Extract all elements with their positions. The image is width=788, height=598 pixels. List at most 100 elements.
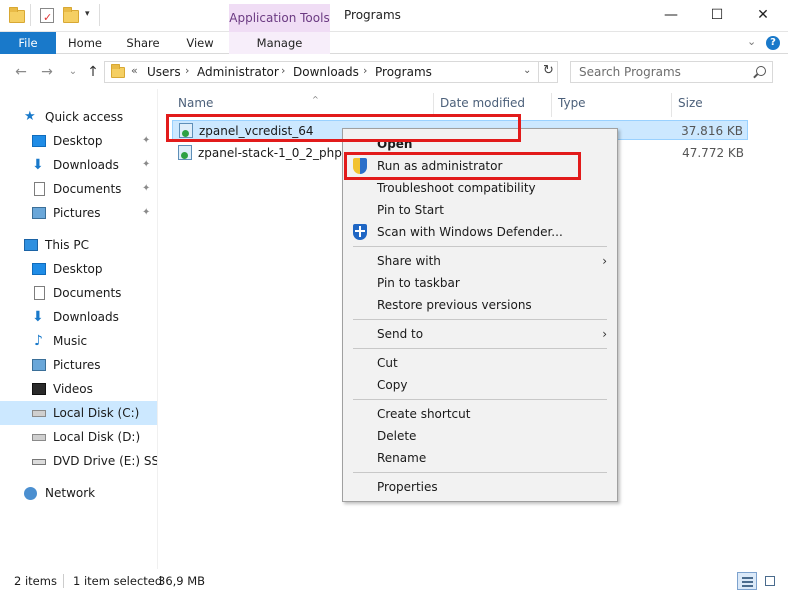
star-icon: ★ bbox=[24, 109, 36, 124]
status-divider bbox=[63, 574, 64, 588]
breadcrumb-separator[interactable]: › bbox=[185, 64, 189, 77]
menu-item-send-to[interactable]: Send to › bbox=[343, 323, 617, 345]
menu-item-pin-to-start[interactable]: Pin to Start bbox=[343, 199, 617, 221]
column-header-size[interactable]: Size bbox=[672, 93, 748, 117]
properties-check-icon[interactable]: ✓ bbox=[40, 6, 56, 24]
sidebar-item-documents[interactable]: Documents ✦ bbox=[0, 177, 157, 201]
sidebar-item-local-disk-c[interactable]: Local Disk (C:) bbox=[0, 401, 157, 425]
menu-item-open[interactable]: Open bbox=[343, 133, 617, 155]
music-note-icon: ♪ bbox=[34, 333, 43, 349]
pin-icon[interactable]: ✦ bbox=[142, 129, 150, 153]
tab-share[interactable]: Share bbox=[120, 32, 166, 54]
selection-size: 36,9 MB bbox=[158, 574, 206, 588]
refresh-icon[interactable]: ↻ bbox=[538, 61, 558, 83]
breadcrumb-downloads[interactable]: Downloads bbox=[293, 65, 359, 79]
selection-count: 1 item selected bbox=[73, 574, 163, 588]
folder-icon[interactable] bbox=[9, 6, 25, 24]
download-arrow-icon: ⬇ bbox=[32, 309, 44, 325]
toolbar-divider bbox=[30, 4, 31, 26]
sidebar-item-label: DVD Drive (E:) SSS_X bbox=[53, 454, 157, 468]
sidebar-item-videos[interactable]: Videos bbox=[0, 377, 157, 401]
breadcrumb-separator[interactable]: › bbox=[363, 64, 367, 77]
customize-quick-access-icon[interactable]: ▾ bbox=[85, 9, 90, 19]
sidebar-item-network[interactable]: Network bbox=[0, 481, 157, 505]
menu-item-run-as-administrator[interactable]: Run as administrator bbox=[343, 155, 617, 177]
sidebar-item-dvd-drive-e[interactable]: DVD Drive (E:) SSS_X bbox=[0, 449, 157, 473]
minimize-button[interactable]: — bbox=[648, 0, 694, 32]
search-icon[interactable] bbox=[756, 66, 766, 76]
search-box[interactable] bbox=[570, 61, 773, 83]
column-header-name[interactable]: Name ^ bbox=[172, 93, 434, 117]
close-button[interactable]: ✕ bbox=[740, 0, 786, 32]
menu-item-scan-with-windows-defender[interactable]: Scan with Windows Defender... bbox=[343, 221, 617, 243]
sidebar-item-desktop[interactable]: Desktop bbox=[0, 257, 157, 281]
sidebar-item-documents[interactable]: Documents bbox=[0, 281, 157, 305]
menu-item-rename[interactable]: Rename bbox=[343, 447, 617, 469]
column-header-type[interactable]: Type bbox=[552, 93, 672, 117]
documents-icon bbox=[34, 182, 45, 196]
sidebar-item-label: Pictures bbox=[53, 358, 101, 372]
application-tools-header: Application Tools bbox=[229, 4, 330, 32]
details-view-button[interactable] bbox=[737, 572, 757, 590]
sidebar-item-pictures[interactable]: Pictures bbox=[0, 353, 157, 377]
submenu-arrow-icon: › bbox=[602, 254, 607, 268]
file-size: 47.772 KB bbox=[682, 146, 744, 160]
tab-view[interactable]: View bbox=[178, 32, 222, 54]
expand-ribbon-icon[interactable]: ⌄ bbox=[747, 35, 756, 48]
maximize-button[interactable]: ☐ bbox=[694, 0, 740, 32]
menu-item-troubleshoot-compatibility[interactable]: Troubleshoot compatibility bbox=[343, 177, 617, 199]
pin-icon[interactable]: ✦ bbox=[142, 201, 150, 225]
sidebar-item-label: Music bbox=[53, 334, 88, 348]
sidebar-item-label: Network bbox=[45, 486, 96, 500]
menu-item-cut[interactable]: Cut bbox=[343, 352, 617, 374]
breadcrumb-separator[interactable]: › bbox=[281, 64, 285, 77]
network-icon bbox=[24, 487, 37, 500]
sidebar-item-desktop[interactable]: Desktop ✦ bbox=[0, 129, 157, 153]
sidebar-item-label: Downloads bbox=[53, 158, 119, 172]
pin-icon[interactable]: ✦ bbox=[142, 177, 150, 201]
sidebar-item-downloads[interactable]: ⬇ Downloads bbox=[0, 305, 157, 329]
menu-item-restore-previous-versions[interactable]: Restore previous versions bbox=[343, 294, 617, 316]
column-label: Name bbox=[178, 96, 214, 110]
sidebar-item-label: Documents bbox=[53, 182, 122, 196]
menu-item-share-with[interactable]: Share with › bbox=[343, 250, 617, 272]
tab-home[interactable]: Home bbox=[62, 32, 108, 54]
new-folder-icon[interactable] bbox=[63, 6, 79, 24]
tab-manage[interactable]: Manage bbox=[229, 32, 330, 54]
recent-locations-icon[interactable]: ⌄ bbox=[64, 63, 82, 81]
address-bar[interactable]: « Users › Administrator › Downloads › Pr… bbox=[104, 61, 558, 83]
help-icon[interactable]: ? bbox=[766, 36, 780, 50]
search-input[interactable] bbox=[571, 62, 746, 82]
sidebar-item-pictures[interactable]: Pictures ✦ bbox=[0, 201, 157, 225]
folder-icon bbox=[111, 64, 125, 78]
menu-separator bbox=[353, 472, 607, 473]
sidebar-item-quick-access[interactable]: ★ Quick access bbox=[0, 105, 157, 129]
back-arrow-icon[interactable]: ← bbox=[12, 63, 30, 81]
breadcrumb-programs[interactable]: Programs bbox=[375, 65, 432, 79]
breadcrumb-administrator[interactable]: Administrator bbox=[197, 65, 279, 79]
pin-icon[interactable]: ✦ bbox=[142, 153, 150, 177]
menu-item-properties[interactable]: Properties bbox=[343, 476, 617, 498]
forward-arrow-icon[interactable]: → bbox=[38, 63, 56, 81]
windows-defender-icon bbox=[353, 224, 367, 240]
desktop-icon bbox=[32, 263, 46, 275]
sidebar-item-local-disk-d[interactable]: Local Disk (D:) bbox=[0, 425, 157, 449]
large-icons-view-button[interactable] bbox=[760, 572, 780, 590]
sidebar-item-music[interactable]: ♪ Music bbox=[0, 329, 157, 353]
breadcrumb-overflow[interactable]: « bbox=[131, 64, 138, 77]
submenu-arrow-icon: › bbox=[602, 327, 607, 341]
sidebar-item-downloads[interactable]: ⬇ Downloads ✦ bbox=[0, 153, 157, 177]
menu-item-copy[interactable]: Copy bbox=[343, 374, 617, 396]
sidebar-item-this-pc[interactable]: This PC bbox=[0, 233, 157, 257]
sidebar-item-label: Local Disk (D:) bbox=[53, 430, 141, 444]
breadcrumb-users[interactable]: Users bbox=[147, 65, 181, 79]
menu-item-create-shortcut[interactable]: Create shortcut bbox=[343, 403, 617, 425]
address-dropdown-icon[interactable]: ⌄ bbox=[523, 65, 531, 76]
column-header-date-modified[interactable]: Date modified bbox=[434, 93, 552, 117]
menu-item-pin-to-taskbar[interactable]: Pin to taskbar bbox=[343, 272, 617, 294]
dvd-drive-icon bbox=[32, 459, 46, 465]
up-arrow-icon[interactable]: ↑ bbox=[84, 63, 102, 81]
menu-item-delete[interactable]: Delete bbox=[343, 425, 617, 447]
context-menu: Open Run as administrator Troubleshoot c… bbox=[342, 128, 618, 502]
tab-file[interactable]: File bbox=[0, 32, 56, 54]
